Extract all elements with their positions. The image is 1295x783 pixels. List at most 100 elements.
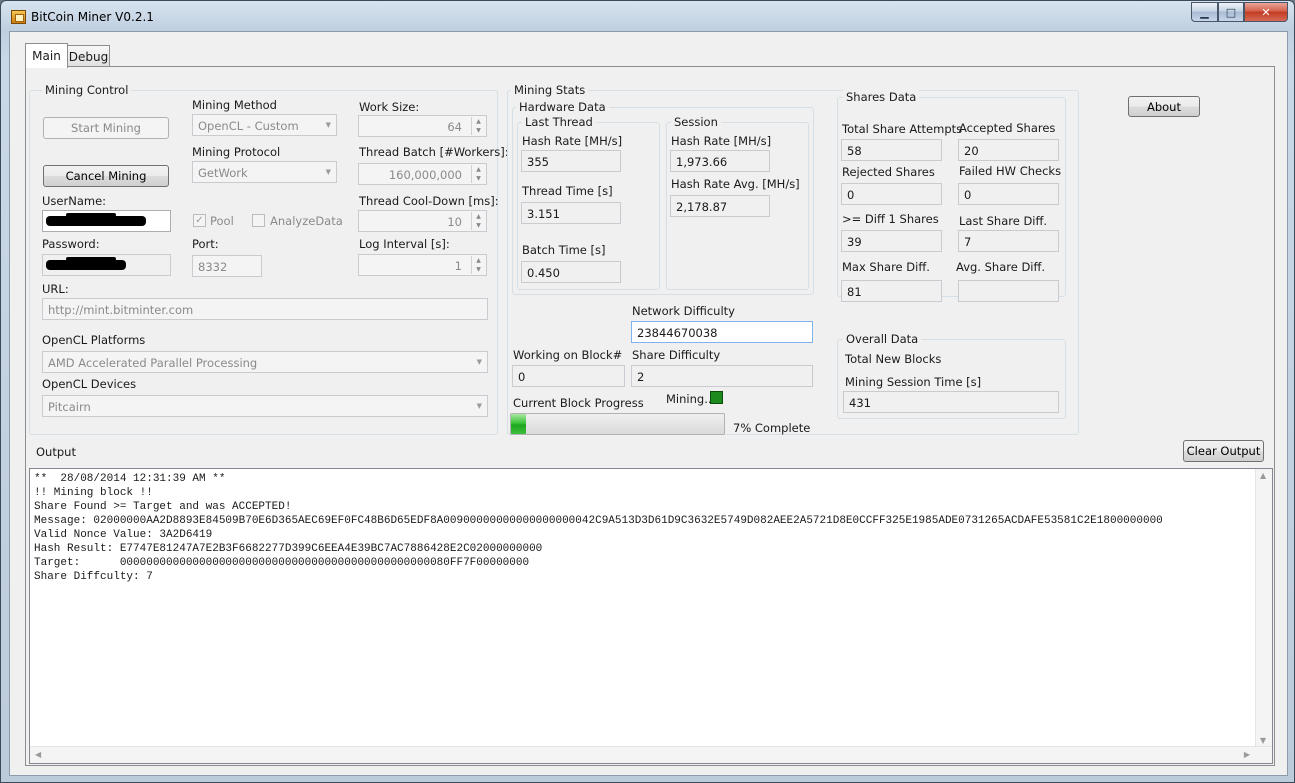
- scroll-up-icon[interactable]: ▲: [1260, 471, 1266, 480]
- scroll-right-icon[interactable]: ▶: [1244, 750, 1250, 759]
- log-line: !! Mining block !!: [34, 487, 153, 499]
- rejected-shares-label: Rejected Shares: [842, 165, 935, 179]
- scroll-left-icon[interactable]: ◀: [35, 750, 41, 759]
- mining-protocol-select[interactable]: GetWork ▼: [192, 161, 337, 183]
- minimize-icon: ▁: [1200, 5, 1209, 19]
- password-label: Password:: [42, 237, 100, 251]
- chevron-down-icon: ▼: [476, 358, 482, 366]
- spin-arrows-icon[interactable]: ▲ ▼: [471, 256, 485, 274]
- password-field[interactable]: [42, 254, 171, 276]
- session-time-field: 431: [843, 391, 1059, 413]
- minimize-button[interactable]: ▁: [1191, 2, 1218, 22]
- horizontal-scrollbar[interactable]: ◀ ▶: [30, 746, 1272, 763]
- cooldown-field[interactable]: 10 ▲ ▼: [358, 210, 487, 232]
- log-line: Share Found >= Target and was ACCEPTED!: [34, 501, 292, 513]
- share-difficulty-field: 2: [631, 365, 813, 387]
- opencl-platforms-select[interactable]: AMD Accelerated Parallel Processing ▼: [42, 351, 488, 373]
- main-tab-page: Mining Control Start Mining Cancel Minin…: [25, 66, 1275, 766]
- failed-hw-label: Failed HW Checks: [959, 164, 1062, 178]
- session-hash-rate-label: Hash Rate [MH/s]: [671, 134, 772, 148]
- mining-protocol-value: GetWork: [198, 166, 248, 180]
- thread-time-label: Thread Time [s]: [522, 184, 613, 198]
- mining-method-label: Mining Method: [192, 98, 277, 112]
- avg-share-diff-label: Avg. Share Diff.: [956, 260, 1046, 274]
- batch-time-field: 0.450: [521, 261, 621, 283]
- last-hash-rate-field: 355: [521, 150, 621, 172]
- progress-label: Current Block Progress: [513, 396, 644, 410]
- opencl-devices-label: OpenCL Devices: [42, 377, 137, 391]
- chevron-down-icon: ▼: [476, 402, 482, 410]
- about-button[interactable]: About: [1128, 96, 1200, 117]
- title-bar[interactable]: BitCoin Miner V0.2.1 ▁ □ ✕: [1, 1, 1294, 31]
- app-icon: [11, 10, 26, 24]
- spin-arrows-icon[interactable]: ▲ ▼: [471, 165, 485, 183]
- session-title: Session: [671, 115, 721, 129]
- url-field[interactable]: http://mint.bitminter.com: [42, 298, 488, 320]
- redacted-username: [46, 213, 146, 226]
- close-icon: ✕: [1261, 5, 1271, 19]
- port-field[interactable]: 8332: [192, 255, 262, 277]
- network-difficulty-field[interactable]: 23844670038: [631, 321, 813, 343]
- analyze-data-checkbox[interactable]: [252, 214, 265, 227]
- maximize-button[interactable]: □: [1218, 2, 1244, 22]
- mining-indicator-icon: [710, 391, 723, 404]
- last-thread-title: Last Thread: [522, 115, 596, 129]
- cooldown-label: Thread Cool-Down [ms]:: [359, 194, 499, 208]
- hash-rate-avg-label: Hash Rate Avg. [MH/s]: [671, 177, 800, 191]
- last-share-diff-field: 7: [958, 230, 1059, 252]
- spin-arrows-icon[interactable]: ▲ ▼: [471, 212, 485, 230]
- log-line: Valid Nonce Value: 3A2D6419: [34, 529, 213, 541]
- share-difficulty-label: Share Difficulty: [632, 348, 721, 362]
- main-window: BitCoin Miner V0.2.1 ▁ □ ✕ Main Debug Mi…: [0, 0, 1295, 783]
- opencl-devices-select[interactable]: Pitcairn ▼: [42, 395, 488, 417]
- opencl-platforms-label: OpenCL Platforms: [42, 333, 146, 347]
- diff1-shares-label: >= Diff 1 Shares: [842, 212, 939, 226]
- log-line: Message: 02000000AA2D8893E84509B70E6D365…: [34, 515, 1163, 527]
- log-line: Hash Result: E7747E81247A7E2B3F6682277D3…: [34, 543, 543, 555]
- work-size-field[interactable]: 64 ▲ ▼: [358, 115, 487, 137]
- start-mining-button[interactable]: Start Mining: [43, 117, 169, 139]
- block-progress-bar: [510, 413, 725, 435]
- last-share-diff-label: Last Share Diff.: [959, 214, 1048, 228]
- total-attempts-field: 58: [841, 139, 942, 161]
- diff1-shares-field: 39: [841, 230, 942, 252]
- chevron-down-icon: ▼: [325, 168, 331, 176]
- client-area: Main Debug Mining Control Start Mining C…: [9, 31, 1288, 776]
- checkmark-icon: ✓: [195, 215, 204, 226]
- thread-time-field: 3.151: [521, 202, 621, 224]
- vertical-scrollbar[interactable]: ▲ ▼: [1255, 469, 1272, 747]
- clear-output-button[interactable]: Clear Output: [1183, 440, 1264, 462]
- cancel-mining-button[interactable]: Cancel Mining: [43, 165, 169, 187]
- log-interval-field[interactable]: 1 ▲ ▼: [358, 254, 487, 276]
- tab-main[interactable]: Main: [25, 43, 68, 68]
- output-log: ** 28/08/2014 12:31:39 AM ** !! Mining b…: [34, 472, 1252, 584]
- window-title: BitCoin Miner V0.2.1: [31, 10, 154, 24]
- close-button[interactable]: ✕: [1244, 2, 1288, 22]
- network-difficulty-label: Network Difficulty: [632, 304, 735, 318]
- thread-batch-label: Thread Batch [#Workers]:: [359, 145, 509, 159]
- session-time-label: Mining Session Time [s]: [845, 375, 982, 389]
- output-label: Output: [36, 445, 76, 459]
- thread-batch-field[interactable]: 160,000,000 ▲ ▼: [358, 163, 487, 185]
- failed-hw-field: 0: [958, 183, 1059, 205]
- cooldown-value: 10: [447, 215, 462, 229]
- max-share-diff-field: 81: [841, 280, 942, 302]
- pool-checkbox[interactable]: ✓: [193, 214, 206, 227]
- working-block-label: Working on Block#: [513, 348, 623, 362]
- accepted-shares-label: Accepted Shares: [959, 121, 1056, 135]
- username-field[interactable]: [42, 210, 171, 232]
- tab-debug[interactable]: Debug: [67, 45, 110, 67]
- mining-method-select[interactable]: OpenCL - Custom ▼: [192, 114, 337, 136]
- log-line: Share Diffculty: 7: [34, 571, 153, 583]
- batch-time-label: Batch Time [s]: [522, 243, 606, 257]
- total-new-blocks-label: Total New Blocks: [845, 352, 942, 366]
- scroll-down-icon[interactable]: ▼: [1260, 736, 1266, 745]
- max-share-diff-label: Max Share Diff.: [842, 260, 930, 274]
- mining-method-value: OpenCL - Custom: [198, 119, 299, 133]
- spin-arrows-icon[interactable]: ▲ ▼: [471, 117, 485, 135]
- maximize-icon: □: [1225, 5, 1237, 19]
- redacted-password: [46, 257, 126, 270]
- overall-data-title: Overall Data: [843, 332, 922, 346]
- output-textbox[interactable]: ** 28/08/2014 12:31:39 AM ** !! Mining b…: [29, 468, 1273, 764]
- opencl-platforms-value: AMD Accelerated Parallel Processing: [48, 356, 258, 370]
